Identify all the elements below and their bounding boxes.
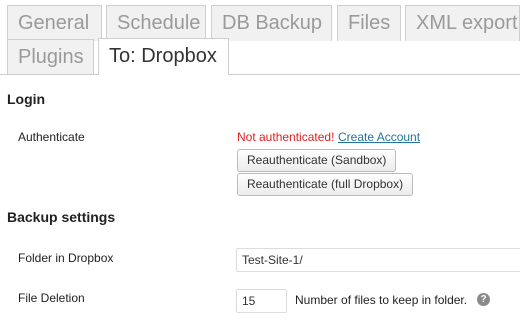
file-deletion-label: File Deletion — [18, 291, 85, 305]
tab-general[interactable]: General — [7, 5, 102, 41]
reauthenticate-full-dropbox-button[interactable]: Reauthenticate (full Dropbox) — [237, 173, 414, 196]
settings-page: General Schedule DB Backup Files XML exp… — [0, 0, 520, 320]
tabs-baseline — [0, 74, 520, 75]
tab-files[interactable]: Files — [337, 5, 401, 41]
login-heading: Login — [7, 91, 46, 107]
auth-status-text: Not authenticated! — [237, 130, 335, 144]
tab-plugins[interactable]: Plugins — [7, 39, 94, 75]
file-deletion-input[interactable] — [236, 289, 287, 313]
folder-label: Folder in Dropbox — [18, 251, 114, 265]
tab-xml-export[interactable]: XML export — [405, 5, 520, 41]
file-deletion-description: Number of files to keep in folder. — [295, 293, 468, 307]
folder-input[interactable] — [236, 248, 520, 272]
tab-to-dropbox[interactable]: To: Dropbox — [98, 38, 229, 75]
create-account-link[interactable]: Create Account — [338, 130, 420, 144]
help-icon[interactable]: ? — [477, 293, 490, 306]
tab-db-backup[interactable]: DB Backup — [211, 5, 332, 41]
reauthenticate-sandbox-button[interactable]: Reauthenticate (Sandbox) — [237, 149, 397, 172]
authenticate-label: Authenticate — [18, 130, 85, 144]
backup-settings-heading: Backup settings — [7, 209, 116, 225]
tab-schedule[interactable]: Schedule — [106, 5, 206, 41]
